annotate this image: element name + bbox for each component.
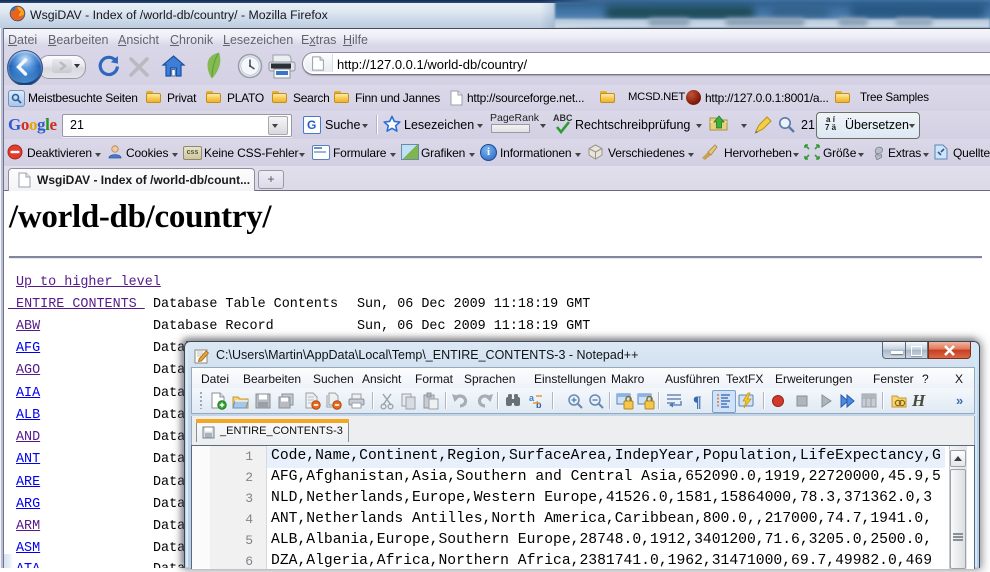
svg-text:a: a	[529, 393, 535, 403]
svg-text:b: b	[536, 400, 542, 410]
svg-text:¶: ¶	[693, 394, 702, 410]
svg-text:H: H	[911, 391, 926, 410]
